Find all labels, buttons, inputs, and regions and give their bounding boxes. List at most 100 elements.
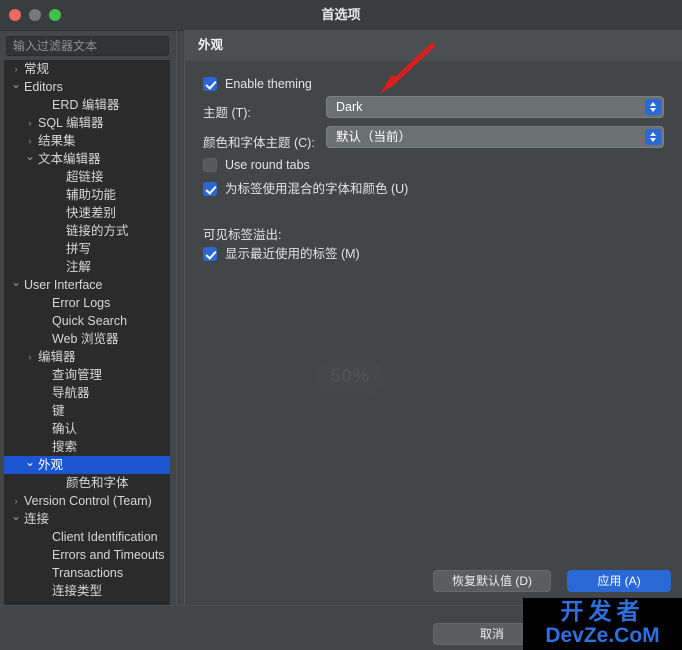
theme-select-stepper-icon[interactable] — [645, 99, 661, 115]
sidebar-item[interactable]: Client Identification — [4, 528, 170, 546]
title-bar: 首选项 — [0, 0, 682, 31]
sidebar-item-label: 连接类型 — [52, 584, 103, 598]
sidebar-item-label: 编辑器 — [38, 350, 76, 364]
settings-tree[interactable]: › 常规 ⌄ Editors ERD 编辑器 › SQL 编辑器 › 结果集 ⌄ 文本编辑器 超链接辅… — [4, 60, 170, 605]
sidebar-item-label: Errors and Timeouts — [52, 548, 165, 562]
sidebar-item[interactable]: ⌄ User Interface — [4, 276, 170, 294]
sidebar-item-label: 确认 — [52, 422, 78, 436]
sidebar-item[interactable]: Errors and Timeouts — [4, 546, 170, 564]
theme-label: 主题 (T): — [203, 106, 251, 120]
chevron-down-icon[interactable]: ⌄ — [10, 78, 22, 90]
sidebar-item-label: 键 — [52, 404, 65, 418]
annotation-arrow-icon — [380, 42, 436, 94]
watermark-top-text: 开发者 — [560, 598, 645, 624]
sidebar-item[interactable]: Error Logs — [4, 294, 170, 312]
sidebar-item[interactable]: Web 浏览器 — [4, 330, 170, 348]
restore-defaults-button[interactable]: 恢复默认值 (D) — [433, 570, 551, 592]
sidebar-item[interactable]: 查询管理 — [4, 366, 170, 384]
sidebar-item[interactable]: ⌄ 文本编辑器 — [4, 150, 170, 168]
sidebar-item-label: 外观 — [38, 458, 64, 472]
sidebar-item-label: Client Identification — [52, 530, 158, 544]
sidebar-item[interactable]: 辅助功能 — [4, 186, 170, 204]
sidebar-item-label: 辅助功能 — [66, 188, 117, 202]
preferences-window: 首选项 ›常规⌄EditorsERD 编辑器›SQL 编辑器›结果集⌄文本编辑器… — [0, 0, 682, 650]
filter-input-wrap — [6, 36, 169, 56]
sidebar-item[interactable]: 导航器 — [4, 384, 170, 402]
watermark-bottom-text: DevZe.CoM — [545, 624, 660, 647]
sidebar-item[interactable]: › Version Control (Team) — [4, 492, 170, 510]
sidebar-item-label: Version Control (Team) — [24, 494, 152, 508]
mixed-fonts-checkbox[interactable] — [203, 182, 217, 196]
page-title: 外观 — [198, 38, 224, 52]
chevron-right-icon[interactable]: › — [24, 114, 36, 132]
zoom-level-ghost-badge: 50% — [330, 366, 370, 387]
sidebar-item-label: 快速差别 — [66, 206, 117, 220]
chevron-down-icon[interactable]: ⌄ — [24, 456, 36, 468]
theme-select-value: Dark — [336, 100, 363, 114]
sidebar-item[interactable]: › 结果集 — [4, 132, 170, 150]
appearance-settings-panel: Enable theming 主题 (T): Dark 颜色和字体主题 (C):… — [184, 61, 682, 605]
sidebar-divider — [176, 30, 177, 605]
sidebar-item-label: 结果集 — [38, 134, 76, 148]
sidebar-item[interactable]: 搜索 — [4, 438, 170, 456]
sidebar-item[interactable]: 注解 — [4, 258, 170, 276]
use-round-tabs-label: Use round tabs — [225, 158, 310, 172]
chevron-right-icon[interactable]: › — [10, 492, 22, 510]
sidebar-item-label: 查询管理 — [52, 368, 103, 382]
chevron-right-icon[interactable]: › — [24, 348, 36, 366]
use-round-tabs-checkbox[interactable] — [203, 158, 217, 172]
sidebar-item[interactable]: 键 — [4, 402, 170, 420]
chevron-down-icon[interactable]: ⌄ — [24, 150, 36, 162]
sidebar-item[interactable]: 快速差别 — [4, 204, 170, 222]
sidebar-item-label: Editors — [24, 80, 63, 94]
sidebar-item[interactable]: ⌄ 外观 — [4, 456, 170, 474]
sidebar-item-label: Quick Search — [52, 314, 128, 328]
sidebar-item[interactable]: ⌄ Editors — [4, 78, 170, 96]
show-recent-tabs-label: 显示最近使用的标签 (M) — [225, 247, 360, 261]
sidebar-item-label: 搜索 — [52, 440, 78, 454]
sidebar-item-label: 颜色和字体 — [66, 476, 129, 490]
sidebar-item[interactable]: 连接类型 — [4, 582, 170, 600]
enable-theming-label: Enable theming — [225, 77, 312, 91]
sidebar-item-label: 常规 — [24, 62, 50, 76]
mixed-fonts-label: 为标签使用混合的字体和颜色 (U) — [225, 182, 409, 196]
sidebar-item[interactable]: Quick Search — [4, 312, 170, 330]
sidebar-item[interactable]: ERD 编辑器 — [4, 96, 170, 114]
sidebar-item[interactable]: 拼写 — [4, 240, 170, 258]
chevron-down-icon[interactable]: ⌄ — [10, 276, 22, 288]
sidebar-item-label: Web 浏览器 — [52, 332, 119, 346]
sidebar-item[interactable]: 链接的方式 — [4, 222, 170, 240]
chevron-right-icon[interactable]: › — [10, 60, 22, 78]
sidebar-item[interactable]: › SQL 编辑器 — [4, 114, 170, 132]
sidebar-item[interactable]: 超链接 — [4, 168, 170, 186]
sidebar-item-label: 拼写 — [66, 242, 92, 256]
show-recent-tabs-checkbox[interactable] — [203, 247, 217, 261]
sidebar-item[interactable]: 颜色和字体 — [4, 474, 170, 492]
color-font-theme-select-stepper-icon[interactable] — [645, 129, 661, 145]
sidebar-item-label: 链接的方式 — [66, 224, 129, 238]
chevron-right-icon[interactable]: › — [24, 132, 36, 150]
sidebar-item-label: SQL 编辑器 — [38, 116, 104, 130]
filter-input[interactable] — [6, 36, 169, 56]
sidebar-item[interactable]: 确认 — [4, 420, 170, 438]
sidebar-item-label: ERD 编辑器 — [52, 98, 120, 112]
color-font-theme-select-value: 默认（当前） — [336, 130, 412, 144]
sidebar-item-label: Error Logs — [52, 296, 111, 310]
sidebar-item-label: 连接 — [24, 512, 50, 526]
sidebar-item[interactable]: ⌄ 连接 — [4, 510, 170, 528]
apply-button[interactable]: 应用 (A) — [567, 570, 671, 592]
enable-theming-checkbox[interactable] — [203, 77, 217, 91]
sidebar-item-label: Transactions — [52, 566, 124, 580]
tab-overflow-section-label: 可见标签溢出: — [203, 228, 282, 242]
sidebar-item-label: 注解 — [66, 260, 92, 274]
sidebar-item[interactable]: › 编辑器 — [4, 348, 170, 366]
sidebar-item[interactable]: Transactions — [4, 564, 170, 582]
color-font-theme-label: 颜色和字体主题 (C): — [203, 136, 315, 150]
sidebar-item[interactable]: › 常规 — [4, 60, 170, 78]
sidebar-item-label: User Interface — [24, 278, 103, 292]
color-font-theme-select[interactable]: 默认（当前） — [326, 126, 664, 148]
sidebar-item-label: 文本编辑器 — [38, 152, 101, 166]
sidebar-item-label: 超链接 — [66, 170, 104, 184]
chevron-down-icon[interactable]: ⌄ — [10, 510, 22, 522]
sidebar-item-label: 导航器 — [52, 386, 90, 400]
